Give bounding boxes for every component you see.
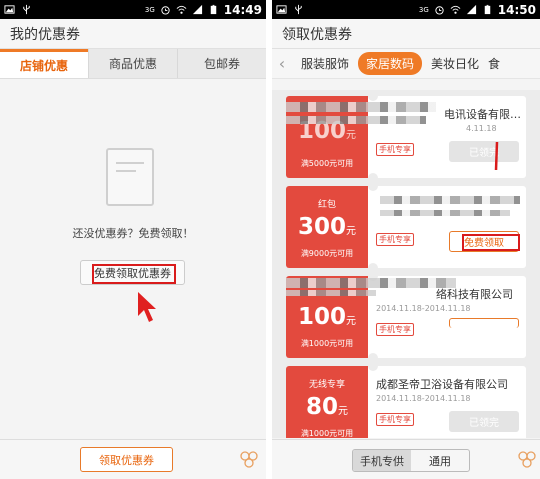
coupon-card: 红包 300元 满9000元可用 手机专享 免费领取: [286, 181, 526, 273]
coupon-date: 2014.11.18-2014.11.18: [376, 394, 471, 403]
hexagon-menu-icon[interactable]: [238, 449, 260, 471]
bottom-bar: 领取优惠券: [0, 439, 266, 479]
category-home-digital[interactable]: 家居数码: [358, 52, 423, 75]
free-get-button[interactable]: [449, 318, 519, 328]
coupon-condition: 满1000元可用: [300, 429, 354, 438]
coupon-amount: 80元: [305, 394, 348, 420]
sold-out-button: 已领完: [449, 141, 519, 162]
status-bar: 3G 14:50: [272, 0, 540, 19]
ticket-notch: [368, 361, 378, 371]
coupon-condition: 满9000元可用: [300, 249, 354, 258]
coupon-card: 100元 满5000元可用 电讯设备有限… 4.11.18 手机专享 已领完: [286, 91, 526, 183]
tab-mobile-only[interactable]: 手机专供: [353, 450, 411, 471]
coupon-list: 100元 满5000元可用 电讯设备有限… 4.11.18 手机专享 已领完 红…: [272, 90, 540, 438]
shop-name: 成都圣帝卫浴设备有限公司: [376, 378, 508, 391]
get-coupons-button[interactable]: 领取优惠券: [80, 447, 173, 472]
redacted-area: [286, 102, 436, 112]
ticket-notch: [368, 181, 378, 191]
mobile-only-tag: 手机专享: [376, 143, 414, 156]
category-beauty[interactable]: 美妆日化: [422, 55, 488, 72]
bottom-bar: 手机专供 通用: [272, 439, 540, 479]
network-type: 3G: [144, 5, 155, 14]
ticket-notch: [368, 91, 378, 101]
coupon-condition: 满5000元可用: [300, 159, 354, 168]
highlight-box: [92, 264, 176, 284]
battery-icon: [210, 4, 217, 15]
hexagon-menu-icon[interactable]: [516, 449, 538, 471]
coupon-scope-switch: 手机专供 通用: [352, 449, 470, 472]
coupon-value-panel: 无线专享 80元 满1000元可用: [286, 366, 368, 438]
coupon-tabs: 店铺优惠 商品优惠 包邮券: [0, 49, 266, 79]
tab-store-coupons[interactable]: 店铺优惠: [0, 49, 88, 78]
mobile-only-tag: 手机专享: [376, 323, 414, 336]
redacted-area: [286, 116, 426, 124]
left-screen: 3G 14:49 我的优惠券 店铺优惠 商品优惠 包邮券 还没优惠券？免费领取！…: [0, 0, 266, 479]
coupon-card: 无线专享 80元 满1000元可用 成都圣帝卫浴设备有限公司 2014.11.1…: [286, 361, 526, 438]
tab-free-shipping[interactable]: 包邮券: [177, 49, 266, 78]
pointer-arrow-icon: [494, 142, 499, 171]
redacted-area: [380, 196, 520, 204]
shop-name: 电讯设备有限…: [444, 108, 521, 121]
empty-message: 还没优惠券？免费领取！: [72, 227, 194, 240]
shop-name: 络科技有限公司: [436, 288, 513, 301]
image-icon: [4, 5, 15, 14]
category-bar: ‹ 服装服饰 家居数码 美妆日化 食: [272, 49, 540, 79]
alarm-icon: [435, 6, 444, 15]
redacted-area: [380, 210, 510, 216]
signal-icon: [192, 4, 202, 15]
tab-general[interactable]: 通用: [411, 450, 469, 471]
chevron-left-icon[interactable]: ‹: [272, 54, 292, 73]
coupon-date: 2014.11.18-2014.11.18: [376, 304, 471, 313]
sold-out-button: 已领完: [449, 411, 519, 432]
redacted-area: [286, 290, 376, 296]
wifi-icon: [450, 5, 461, 14]
mobile-only-tag: 手机专享: [376, 233, 414, 246]
empty-state: 还没优惠券？免费领取！ 免费领取优惠券: [0, 80, 266, 436]
coupon-value-panel: 红包 300元 满9000元可用: [286, 186, 368, 268]
network-type: 3G: [418, 5, 429, 14]
highlight-box: [462, 234, 520, 251]
coupon-type: 无线专享: [308, 380, 345, 390]
pointer-arrow-icon: [138, 292, 156, 322]
right-screen: 3G 14:50 领取优惠券 ‹ 服装服饰 家居数码 美妆日化 食 100元 满…: [272, 0, 540, 479]
redacted-area: [286, 278, 456, 288]
alarm-icon: [161, 6, 170, 15]
usb-icon: [295, 4, 302, 15]
document-icon: [106, 148, 154, 206]
usb-icon: [23, 4, 30, 15]
coupon-type: 红包: [317, 200, 336, 210]
battery-icon: [484, 4, 491, 15]
page-title: 领取优惠券: [272, 19, 540, 49]
status-time: 14:49: [223, 2, 262, 17]
coupon-amount: 300元: [297, 214, 356, 240]
coupon-date: 4.11.18: [466, 124, 497, 133]
coupon-amount: 100元: [297, 304, 356, 330]
image-icon: [276, 5, 287, 14]
category-food[interactable]: 食: [488, 55, 509, 72]
tab-product-coupons[interactable]: 商品优惠: [88, 49, 177, 78]
category-clothing[interactable]: 服装服饰: [292, 55, 358, 72]
signal-icon: [466, 4, 476, 15]
coupon-condition: 满1000元可用: [300, 339, 354, 348]
wifi-icon: [176, 5, 187, 14]
mobile-only-tag: 手机专享: [376, 413, 414, 426]
coupon-card: 100元 满1000元可用 络科技有限公司 2014.11.18-2014.11…: [286, 271, 526, 363]
coupon-value-panel: 100元 满1000元可用: [286, 276, 368, 358]
page-title: 我的优惠券: [0, 19, 266, 49]
status-time: 14:50: [497, 2, 536, 17]
status-bar: 3G 14:49: [0, 0, 266, 19]
